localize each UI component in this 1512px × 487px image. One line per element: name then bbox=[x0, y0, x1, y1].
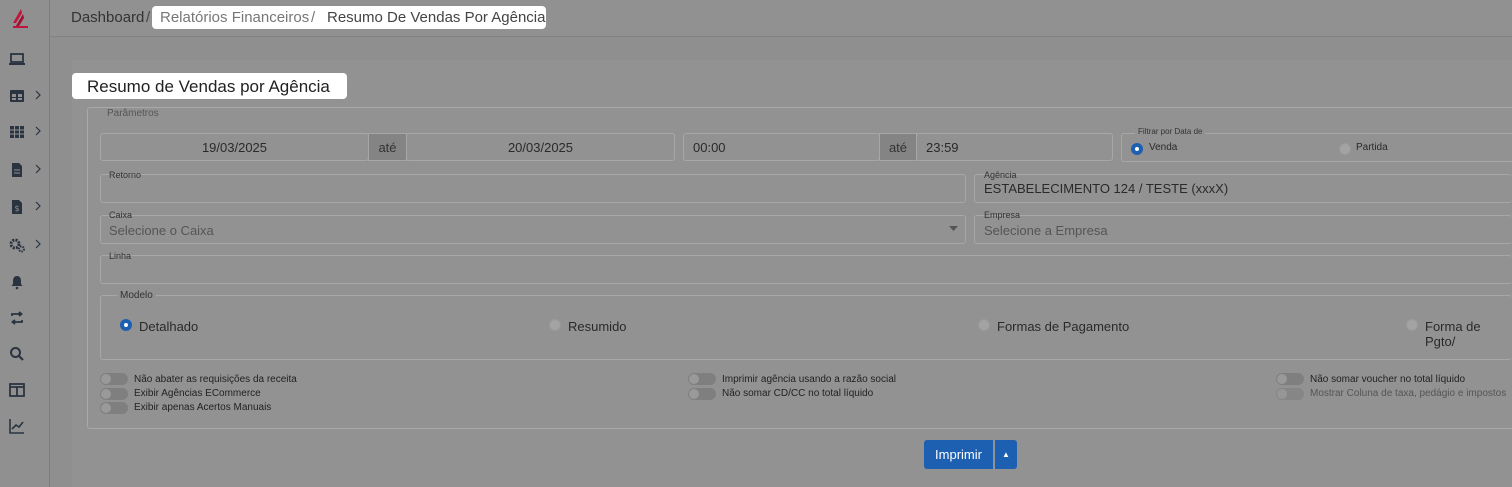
toggle-exibir-acertos-manuais[interactable] bbox=[100, 402, 128, 414]
sidebar-item-tables[interactable] bbox=[8, 86, 44, 106]
modelo-formas-pagamento-label[interactable]: Formas de Pagamento bbox=[997, 319, 1129, 334]
modelo-detalhado-radio[interactable] bbox=[120, 319, 132, 331]
sidebar-item-documents[interactable] bbox=[8, 160, 44, 180]
sidebar-item-search[interactable] bbox=[8, 344, 44, 364]
breadcrumb-separator: / bbox=[311, 9, 316, 26]
toggle-nao-somar-cdcc[interactable] bbox=[688, 388, 716, 400]
toggle-imprimir-razao-social[interactable] bbox=[688, 373, 716, 385]
document-icon bbox=[12, 163, 22, 177]
sidebar-item-transfers[interactable] bbox=[8, 308, 44, 328]
chevron-right-icon bbox=[35, 201, 41, 211]
chevron-right-icon bbox=[35, 126, 41, 136]
svg-text:$: $ bbox=[14, 204, 19, 213]
filter-venda-label[interactable]: Venda bbox=[1149, 142, 1177, 153]
chevron-right-icon bbox=[35, 164, 41, 174]
page-title: Resumo de Vendas por Agência bbox=[87, 77, 330, 96]
chevron-right-icon bbox=[35, 90, 41, 100]
gears-icon bbox=[9, 238, 25, 253]
sidebar-item-finance[interactable]: $ bbox=[8, 197, 44, 217]
filter-venda-radio[interactable] bbox=[1131, 143, 1143, 155]
search-icon bbox=[10, 347, 24, 361]
laptop-icon bbox=[9, 53, 25, 65]
date-to-value: 20/03/2025 bbox=[507, 139, 574, 155]
caret-up-icon: ▲ bbox=[1002, 450, 1010, 459]
filter-date-group bbox=[1121, 133, 1512, 162]
top-bar: Dashboard / Relatórios Financeiros / Res… bbox=[50, 0, 1512, 37]
empresa-placeholder: Selecione a Empresa bbox=[984, 223, 1108, 238]
filter-partida-label[interactable]: Partida bbox=[1356, 142, 1388, 153]
agencia-value: ESTABELECIMENTO 124 / TESTE (xxxX) bbox=[984, 181, 1229, 196]
sidebar-item-grid[interactable] bbox=[8, 122, 44, 142]
time-to-value: 23:59 bbox=[926, 140, 959, 155]
sidebar: $ bbox=[0, 0, 50, 487]
caixa-label: Caixa bbox=[109, 210, 133, 220]
chevron-right-icon bbox=[35, 239, 41, 249]
modelo-detalhado-label[interactable]: Detalhado bbox=[139, 319, 198, 334]
linha-label: Linha bbox=[109, 251, 132, 261]
filter-date-legend: Filtrar por Data de bbox=[1135, 127, 1206, 136]
breadcrumb-current: Resumo De Vendas Por Agência bbox=[327, 9, 546, 26]
sidebar-item-dashboard[interactable] bbox=[8, 49, 44, 69]
print-dropdown-button[interactable]: ▲ bbox=[995, 440, 1017, 469]
modelo-group bbox=[100, 295, 1512, 360]
sidebar-item-notifications[interactable] bbox=[8, 272, 44, 292]
modelo-formas-pagamento-radio[interactable] bbox=[978, 319, 990, 331]
breadcrumb-relatorios-financeiros[interactable]: Relatórios Financeiros bbox=[160, 9, 309, 26]
date-until-addon: até bbox=[368, 133, 407, 161]
toggle-mostrar-coluna-taxa-label: Mostrar Coluna de taxa, pedágio e impost… bbox=[1310, 388, 1507, 399]
columns-icon bbox=[9, 383, 25, 397]
breadcrumb-dashboard[interactable]: Dashboard bbox=[71, 9, 144, 26]
toggle-nao-somar-cdcc-label: Não somar CD/CC no total líquido bbox=[722, 388, 874, 399]
time-until-addon: até bbox=[879, 133, 917, 161]
modelo-forma-pgto-radio[interactable] bbox=[1406, 319, 1418, 331]
toggle-nao-abater-requisicoes[interactable] bbox=[100, 373, 128, 385]
dollar-document-icon: $ bbox=[12, 200, 22, 214]
date-from-value: 19/03/2025 bbox=[201, 139, 268, 155]
table-icon bbox=[10, 90, 24, 102]
agencia-label: Agência bbox=[984, 170, 1017, 180]
caixa-placeholder: Selecione o Caixa bbox=[109, 223, 214, 238]
retorno-label: Retorno bbox=[109, 170, 142, 180]
breadcrumb-separator: / bbox=[146, 9, 151, 26]
empresa-label: Empresa bbox=[984, 210, 1021, 220]
toggle-imprimir-razao-social-label: Imprimir agência usando a razão social bbox=[722, 374, 896, 385]
modelo-resumido-radio[interactable] bbox=[549, 319, 561, 331]
time-from-value: 00:00 bbox=[693, 140, 726, 155]
print-button[interactable]: Imprimir bbox=[924, 440, 993, 469]
parameters-legend: Parâmetros bbox=[104, 108, 162, 119]
exchange-icon bbox=[11, 311, 23, 325]
toggle-exibir-agencias-ecommerce[interactable] bbox=[100, 388, 128, 400]
logo-icon[interactable] bbox=[10, 8, 30, 30]
filter-partida-radio[interactable] bbox=[1339, 143, 1351, 155]
toggle-nao-somar-voucher-label: Não somar voucher no total líquido bbox=[1310, 374, 1466, 385]
toggle-mostrar-coluna-taxa[interactable] bbox=[1276, 388, 1304, 400]
retorno-input[interactable] bbox=[100, 174, 966, 203]
date-to-input[interactable]: 20/03/2025 bbox=[406, 133, 675, 161]
sidebar-item-settings[interactable] bbox=[8, 235, 44, 255]
bell-icon bbox=[11, 276, 23, 290]
caixa-select[interactable] bbox=[100, 215, 966, 244]
modelo-legend: Modelo bbox=[117, 290, 156, 301]
sidebar-item-charts[interactable] bbox=[8, 416, 44, 436]
caret-down-icon[interactable] bbox=[949, 226, 958, 232]
toggle-exibir-agencias-ecommerce-label: Exibir Agências ECommerce bbox=[134, 388, 261, 399]
modelo-resumido-label[interactable]: Resumido bbox=[568, 319, 627, 334]
toggle-nao-abater-requisicoes-label: Não abater as requisições da receita bbox=[134, 374, 297, 385]
grid-icon bbox=[10, 126, 24, 138]
modelo-forma-pgto-label[interactable]: Forma de Pgto/ bbox=[1425, 319, 1512, 349]
chart-line-icon bbox=[9, 419, 24, 434]
linha-input[interactable] bbox=[100, 255, 1512, 284]
sidebar-item-layout[interactable] bbox=[8, 380, 44, 400]
toggle-nao-somar-voucher[interactable] bbox=[1276, 373, 1304, 385]
date-from-input[interactable]: 19/03/2025 bbox=[100, 133, 369, 161]
toggle-exibir-acertos-manuais-label: Exibir apenas Acertos Manuais bbox=[134, 402, 272, 413]
